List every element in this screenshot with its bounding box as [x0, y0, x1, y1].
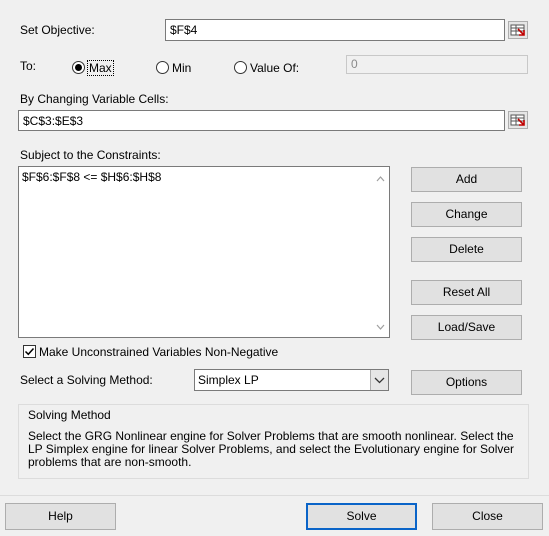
scroll-up-icon	[376, 176, 385, 182]
range-select-icon	[510, 114, 525, 126]
value-of-radio-label[interactable]: Value Of:	[250, 61, 299, 75]
max-radio-label[interactable]: Max	[87, 60, 114, 76]
close-button[interactable]: Close	[432, 503, 543, 530]
solving-method-description: Select the GRG Nonlinear engine for Solv…	[28, 429, 515, 469]
add-button[interactable]: Add	[411, 167, 522, 192]
constraint-item[interactable]: $F$6:$F$8 <= $H$6:$H$8	[22, 170, 161, 184]
help-button[interactable]: Help	[5, 503, 116, 530]
to-label: To:	[20, 59, 37, 73]
radio-selected-dot	[75, 64, 82, 71]
value-of-input[interactable]: 0	[346, 55, 528, 74]
options-button-label: Options	[445, 375, 488, 389]
help-button-label: Help	[48, 509, 73, 523]
reset-all-button-label: Reset All	[442, 285, 491, 299]
delete-button[interactable]: Delete	[411, 237, 522, 262]
reset-all-button[interactable]: Reset All	[411, 280, 522, 305]
value-of-radio[interactable]	[234, 61, 247, 74]
changing-cells-label: By Changing Variable Cells:	[20, 92, 169, 106]
footer-divider	[0, 495, 549, 496]
solving-method-groupbox: Solving Method Select the GRG Nonlinear …	[18, 404, 529, 479]
change-button[interactable]: Change	[411, 202, 522, 227]
load-save-button-label: Load/Save	[437, 320, 496, 334]
objective-range-selector-button[interactable]	[508, 21, 528, 39]
solving-method-title: Solving Method	[28, 408, 111, 422]
solve-button-label: Solve	[346, 509, 377, 523]
objective-cell-input[interactable]: $F$4	[165, 19, 505, 41]
solving-method-value: Simplex LP	[198, 373, 259, 387]
changing-cells-input[interactable]: $C$3:$E$3	[18, 110, 505, 131]
load-save-button[interactable]: Load/Save	[411, 315, 522, 340]
constraints-list[interactable]: $F$6:$F$8 <= $H$6:$H$8	[18, 166, 390, 338]
constraints-label: Subject to the Constraints:	[20, 148, 161, 162]
nonnegative-checkbox[interactable]	[23, 345, 36, 358]
solving-method-select[interactable]: Simplex LP	[194, 369, 389, 391]
min-radio[interactable]	[156, 61, 169, 74]
changing-cells-range-selector-button[interactable]	[508, 111, 528, 129]
solve-button[interactable]: Solve	[306, 503, 417, 530]
nonnegative-label[interactable]: Make Unconstrained Variables Non-Negativ…	[39, 345, 278, 359]
range-select-icon	[510, 24, 525, 36]
solving-method-label: Select a Solving Method:	[20, 373, 153, 387]
chevron-down-icon	[374, 377, 385, 384]
change-button-label: Change	[445, 207, 488, 221]
close-button-label: Close	[472, 509, 503, 523]
constraints-scrollbar[interactable]	[372, 167, 389, 337]
scroll-down-icon	[376, 324, 385, 330]
add-button-label: Add	[455, 172, 478, 186]
delete-button-label: Delete	[449, 242, 484, 256]
min-radio-label[interactable]: Min	[172, 61, 191, 75]
options-button[interactable]: Options	[411, 370, 522, 395]
max-radio[interactable]	[72, 61, 85, 74]
set-objective-label: Set Objective:	[20, 23, 95, 37]
checkmark-icon	[24, 347, 35, 356]
dropdown-button[interactable]	[370, 370, 388, 390]
